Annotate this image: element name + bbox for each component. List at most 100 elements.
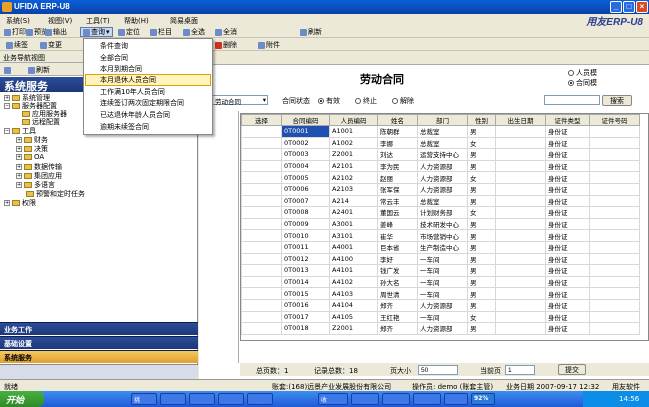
refresh-button[interactable]: 刷新 <box>300 27 322 37</box>
select-cell[interactable] <box>241 264 282 277</box>
menu-view[interactable]: 视图(V) <box>48 16 72 26</box>
nav-tab-system-service[interactable]: 系统服务 <box>0 350 198 363</box>
menu-item-consecutive-fixed[interactable]: 连续签订两次固定期限合同 <box>100 98 184 108</box>
nav-refresh-button[interactable]: 刷新 <box>28 65 50 75</box>
menu-item-conditional-query[interactable]: 条件查询 <box>100 41 128 51</box>
taskbar-item[interactable]: 挑 <box>131 393 157 405</box>
contract-type-select[interactable]: 劳动合同 ▾ <box>212 95 268 106</box>
column-header[interactable]: 合同编码 <box>281 114 330 126</box>
table-row[interactable]: 0T0014 A4102 孙大名 一车间男 身份证 <box>241 275 640 289</box>
select-cell[interactable] <box>241 206 282 219</box>
nav-tab-basic-settings[interactable]: 基础设置 <box>0 336 198 349</box>
table-row[interactable]: 0T0002 A1002 李娜 总裁室女 身份证 <box>241 136 640 150</box>
submit-button[interactable]: 提交 <box>558 364 586 375</box>
export-button[interactable]: 输出 <box>45 27 67 37</box>
select-cell[interactable] <box>241 136 282 150</box>
column-header[interactable]: 选择 <box>241 114 282 126</box>
locate-button[interactable]: 定位 <box>118 27 140 37</box>
table-row[interactable]: 0T0003 Z2001 刘达 运营支持中心男 身份证 <box>241 148 640 161</box>
select-cell[interactable] <box>241 229 282 242</box>
table-row[interactable]: 0T0012 A4100 李好 一车间男 身份证 <box>241 252 640 266</box>
nav-menu-button[interactable] <box>4 65 11 75</box>
menu-item-retirement-age[interactable]: 已达退休年龄人员合同 <box>100 110 170 120</box>
select-cell[interactable] <box>241 287 282 300</box>
menu-help[interactable]: 帮助(H) <box>124 16 149 26</box>
tree-item-permissions[interactable]: + 权限 <box>4 198 36 208</box>
column-header[interactable]: 证件号码 <box>589 114 640 126</box>
table-row[interactable]: 0T0004 A2101 李为民 人力资源部男 身份证 <box>241 159 640 173</box>
status-terminated-radio[interactable]: 终止 <box>355 96 377 106</box>
select-cell[interactable] <box>241 217 282 231</box>
columns-button[interactable]: 栏目 <box>150 27 172 37</box>
column-header[interactable]: 性别 <box>467 114 496 126</box>
taskbar-item[interactable] <box>218 393 244 405</box>
start-button[interactable]: 开始 <box>0 391 44 407</box>
taskbar-item[interactable] <box>413 393 441 405</box>
menu-item-10-years[interactable]: 工作满10年人员合同 <box>100 87 165 97</box>
table-row[interactable]: 0T0015 A4103 周世清 一车间男 身份证 <box>241 287 640 300</box>
select-all-button[interactable]: 全选 <box>183 27 205 37</box>
column-header[interactable]: 证件类型 <box>545 114 590 126</box>
deselect-all-button[interactable]: 全消 <box>215 27 237 37</box>
select-cell[interactable] <box>241 298 282 312</box>
taskbar-item[interactable] <box>247 393 273 405</box>
page-size-input[interactable] <box>418 365 458 375</box>
table-row[interactable]: 0T0009 A3001 姜峰 技术研发中心男 身份证 <box>241 217 640 231</box>
taskbar-item[interactable]: 收 <box>318 393 348 405</box>
column-header[interactable]: 出生日期 <box>495 114 546 126</box>
delete-button[interactable]: 删除 <box>215 40 237 50</box>
select-cell[interactable] <box>241 148 282 161</box>
taskbar-item[interactable] <box>351 393 379 405</box>
taskbar-item[interactable] <box>444 393 468 405</box>
table-row[interactable]: 0T0001 A1001 陈朝群 总裁室男 身份证 <box>241 125 640 138</box>
table-row[interactable]: 0T0007 A214 常云丰 总裁室男 身份证 <box>241 194 640 208</box>
menu-item-overdue-renewal[interactable]: 逾期未续签合同 <box>100 122 149 132</box>
taskbar-item[interactable] <box>382 393 410 405</box>
column-header[interactable]: 姓名 <box>377 114 418 126</box>
taskbar-item[interactable] <box>160 393 186 405</box>
renew-button[interactable]: 续签 <box>6 40 28 50</box>
change-button[interactable]: 变更 <box>40 40 62 50</box>
table-row[interactable]: 0T0010 A3101 崔华 市场营销中心男 身份证 <box>241 229 640 242</box>
query-button[interactable]: 查询 ▾ <box>80 27 113 37</box>
select-cell[interactable] <box>241 182 282 196</box>
menu-item-retiring-month[interactable]: 本月退休人员合同 <box>85 74 211 86</box>
select-cell[interactable] <box>241 310 282 324</box>
mode-contract-radio[interactable]: 合同模 <box>568 78 597 88</box>
menu-system[interactable]: 系统(S) <box>6 16 30 26</box>
column-header[interactable]: 部门 <box>417 114 468 126</box>
table-row[interactable]: 0T0018 Z2001 郑齐 人力资源部男 身份证 <box>241 322 640 335</box>
select-cell[interactable] <box>241 240 282 254</box>
nav-tab-business[interactable]: 业务工作 <box>0 322 198 335</box>
menu-simple-desktop[interactable]: 简易桌面 <box>170 16 198 26</box>
select-cell[interactable] <box>241 252 282 266</box>
maximize-button[interactable]: □ <box>623 1 635 13</box>
select-cell[interactable] <box>241 194 282 208</box>
select-cell[interactable] <box>241 159 282 173</box>
current-page-input[interactable] <box>505 365 535 375</box>
table-row[interactable]: 0T0005 A2102 赵丽 人力资源部女 身份证 <box>241 171 640 184</box>
menu-item-all-contracts[interactable]: 全部合同 <box>100 53 128 63</box>
menu-tools[interactable]: 工具(T) <box>86 16 110 26</box>
column-header[interactable]: 人员编码 <box>329 114 378 126</box>
select-cell[interactable] <box>241 322 282 335</box>
select-cell[interactable] <box>241 171 282 184</box>
table-row[interactable]: 0T0013 A4101 钱广发 一车间男 身份证 <box>241 264 640 277</box>
close-button[interactable]: × <box>636 1 648 13</box>
attachment-button[interactable]: 附件 <box>258 40 280 50</box>
menu-item-expiring-month[interactable]: 本月到期合同 <box>100 64 142 74</box>
print-button[interactable]: 打印 <box>4 27 26 37</box>
select-cell[interactable] <box>241 275 282 289</box>
table-row[interactable]: 0T0008 A2401 董国云 计划财务部女 身份证 <box>241 206 640 219</box>
table-row[interactable]: 0T0017 A4105 王红艳 一车间女 身份证 <box>241 310 640 324</box>
minimize-button[interactable]: _ <box>610 1 622 13</box>
table-row[interactable]: 0T0016 A4104 郑齐 人力资源部男 身份证 <box>241 298 640 312</box>
search-input[interactable] <box>544 95 600 105</box>
table-row[interactable]: 0T0011 A4001 巨本省 生产制造中心男 身份证 <box>241 240 640 254</box>
mode-person-radio[interactable]: 人员模 <box>568 68 597 78</box>
taskbar-item[interactable] <box>189 393 215 405</box>
table-row[interactable]: 0T0006 A2103 张军保 人力资源部男 身份证 <box>241 182 640 196</box>
select-cell[interactable] <box>241 125 282 138</box>
tree-item-oa[interactable]: + OA <box>16 153 44 161</box>
status-valid-radio[interactable]: 有效 <box>318 96 340 106</box>
